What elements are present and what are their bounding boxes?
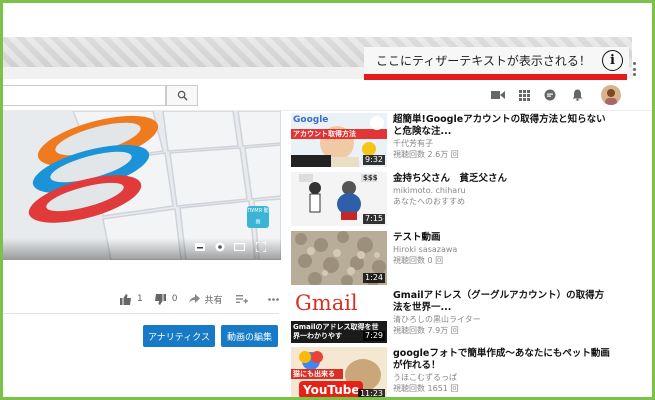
video-title[interactable]: googleフォトで簡単作成～あなたにもペット動画が作れる！ bbox=[393, 348, 613, 372]
thumbnail-text: $$$ bbox=[363, 174, 378, 182]
teaser-underline bbox=[364, 74, 627, 80]
duration-badge: 7:29 bbox=[363, 331, 385, 341]
video-thumbnail[interactable]: $$$ 7:15 bbox=[291, 172, 387, 226]
thumbnail-text: Google bbox=[293, 115, 329, 125]
theater-mode-icon[interactable] bbox=[234, 243, 245, 251]
video-thumbnail[interactable]: 猫にも出来る YouTube 11:23 bbox=[291, 347, 387, 400]
channel-watermark[interactable]: ПУМЯ 動画 bbox=[247, 206, 269, 228]
recommendation-item[interactable]: Google アカウント取得方法 9:32 超簡単!Googleアカウントの取得… bbox=[291, 113, 651, 167]
teaser-text: ここにティザーテキストが表示される！ bbox=[376, 54, 591, 68]
dislike-count: 0 bbox=[171, 294, 178, 304]
view-count: あなたへのおすすめ bbox=[393, 197, 465, 206]
thumbs-up-icon[interactable] bbox=[120, 293, 131, 305]
thumbs-down-icon[interactable] bbox=[154, 293, 166, 305]
video-title[interactable]: テスト動画 bbox=[393, 232, 613, 244]
video-title[interactable]: 超簡単!Googleアカウントの取得方法と知らないと危険な注... bbox=[393, 114, 613, 138]
video-thumbnail[interactable]: Google アカウント取得方法 9:32 bbox=[291, 113, 387, 167]
video-title[interactable]: 金持ち父さん 貧乏父さん bbox=[393, 173, 613, 185]
video-thumbnail[interactable]: 1:24 bbox=[291, 231, 387, 285]
thumbnail-text: YouTube bbox=[303, 383, 360, 397]
analytics-button[interactable]: アナリティクス bbox=[143, 325, 215, 347]
fullscreen-icon[interactable] bbox=[256, 242, 266, 252]
channel-name[interactable]: 清ひろしの黒山ライター bbox=[393, 315, 481, 325]
share-icon[interactable] bbox=[189, 294, 201, 304]
search-button[interactable] bbox=[166, 85, 198, 106]
info-icon[interactable]: i bbox=[602, 50, 623, 71]
channel-name[interactable]: mikimoto. chiharu bbox=[393, 186, 466, 196]
player-controls bbox=[3, 238, 281, 260]
recommendation-item[interactable]: 1:24 テスト動画 Hiroki sasazawa 視聴回数 0 回 bbox=[291, 231, 651, 285]
search-icon bbox=[177, 90, 188, 101]
add-to-playlist-icon[interactable] bbox=[236, 294, 249, 304]
search-input[interactable] bbox=[3, 85, 166, 106]
channel-name[interactable]: Hiroki sasazawa bbox=[393, 245, 457, 255]
video-thumbnail[interactable]: Gmail Gmailのアドレス取得を世界一わかりやす 7:29 bbox=[291, 289, 387, 343]
avatar[interactable] bbox=[601, 85, 621, 105]
recommendation-item[interactable]: 猫にも出来る YouTube 11:23 googleフォトで簡単作成～あなたに… bbox=[291, 347, 651, 400]
view-count: 視聴回数 0 回 bbox=[393, 256, 444, 265]
thumbnail-text: アカウント取得方法 bbox=[293, 130, 356, 138]
more-horiz-icon[interactable] bbox=[268, 297, 280, 301]
bell-icon[interactable] bbox=[569, 87, 585, 103]
gear-icon[interactable] bbox=[215, 242, 225, 252]
video-player[interactable]: ПУМЯ 動画 bbox=[3, 111, 281, 260]
video-title[interactable]: Gmailアドレス（グーグルアカウント）の取得方法を世界一... bbox=[393, 290, 613, 314]
more-vert-icon[interactable] bbox=[633, 62, 637, 76]
video-actions: 1 0 共有 bbox=[120, 291, 280, 307]
apps-grid-icon[interactable] bbox=[516, 87, 532, 103]
thumbnail-text: 猫にも出来る bbox=[293, 370, 335, 378]
thumbnail-text: Gmail bbox=[295, 291, 358, 315]
channel-name[interactable]: 千代芳有子 bbox=[393, 139, 433, 149]
share-label[interactable]: 共有 bbox=[204, 293, 222, 306]
edit-video-button[interactable]: 動画の編集 bbox=[221, 325, 278, 347]
top-bar bbox=[3, 80, 653, 111]
duration-badge: 9:32 bbox=[363, 155, 385, 165]
view-count: 視聴回数 7.9万 回 bbox=[393, 326, 459, 335]
chat-icon[interactable] bbox=[542, 87, 558, 103]
teaser-box[interactable]: ここにティザーテキストが表示される！ i bbox=[364, 47, 629, 74]
channel-name[interactable]: うほこむずるっぱ bbox=[393, 373, 457, 383]
view-count: 視聴回数 2.6万 回 bbox=[393, 150, 459, 159]
divider bbox=[3, 313, 279, 314]
duration-badge: 11:23 bbox=[357, 389, 385, 399]
subtitles-icon[interactable] bbox=[195, 243, 205, 252]
recommendation-item[interactable]: $$$ 7:15 金持ち父さん 貧乏父さん mikimoto. chiharu … bbox=[291, 172, 651, 226]
view-count: 視聴回数 1651 回 bbox=[393, 384, 459, 393]
like-count: 1 bbox=[137, 294, 143, 304]
video-camera-icon[interactable] bbox=[490, 87, 506, 103]
duration-badge: 1:24 bbox=[363, 273, 385, 283]
duration-badge: 7:15 bbox=[363, 214, 385, 224]
recommendation-item[interactable]: Gmail Gmailのアドレス取得を世界一わかりやす 7:29 Gmailアド… bbox=[291, 289, 651, 343]
